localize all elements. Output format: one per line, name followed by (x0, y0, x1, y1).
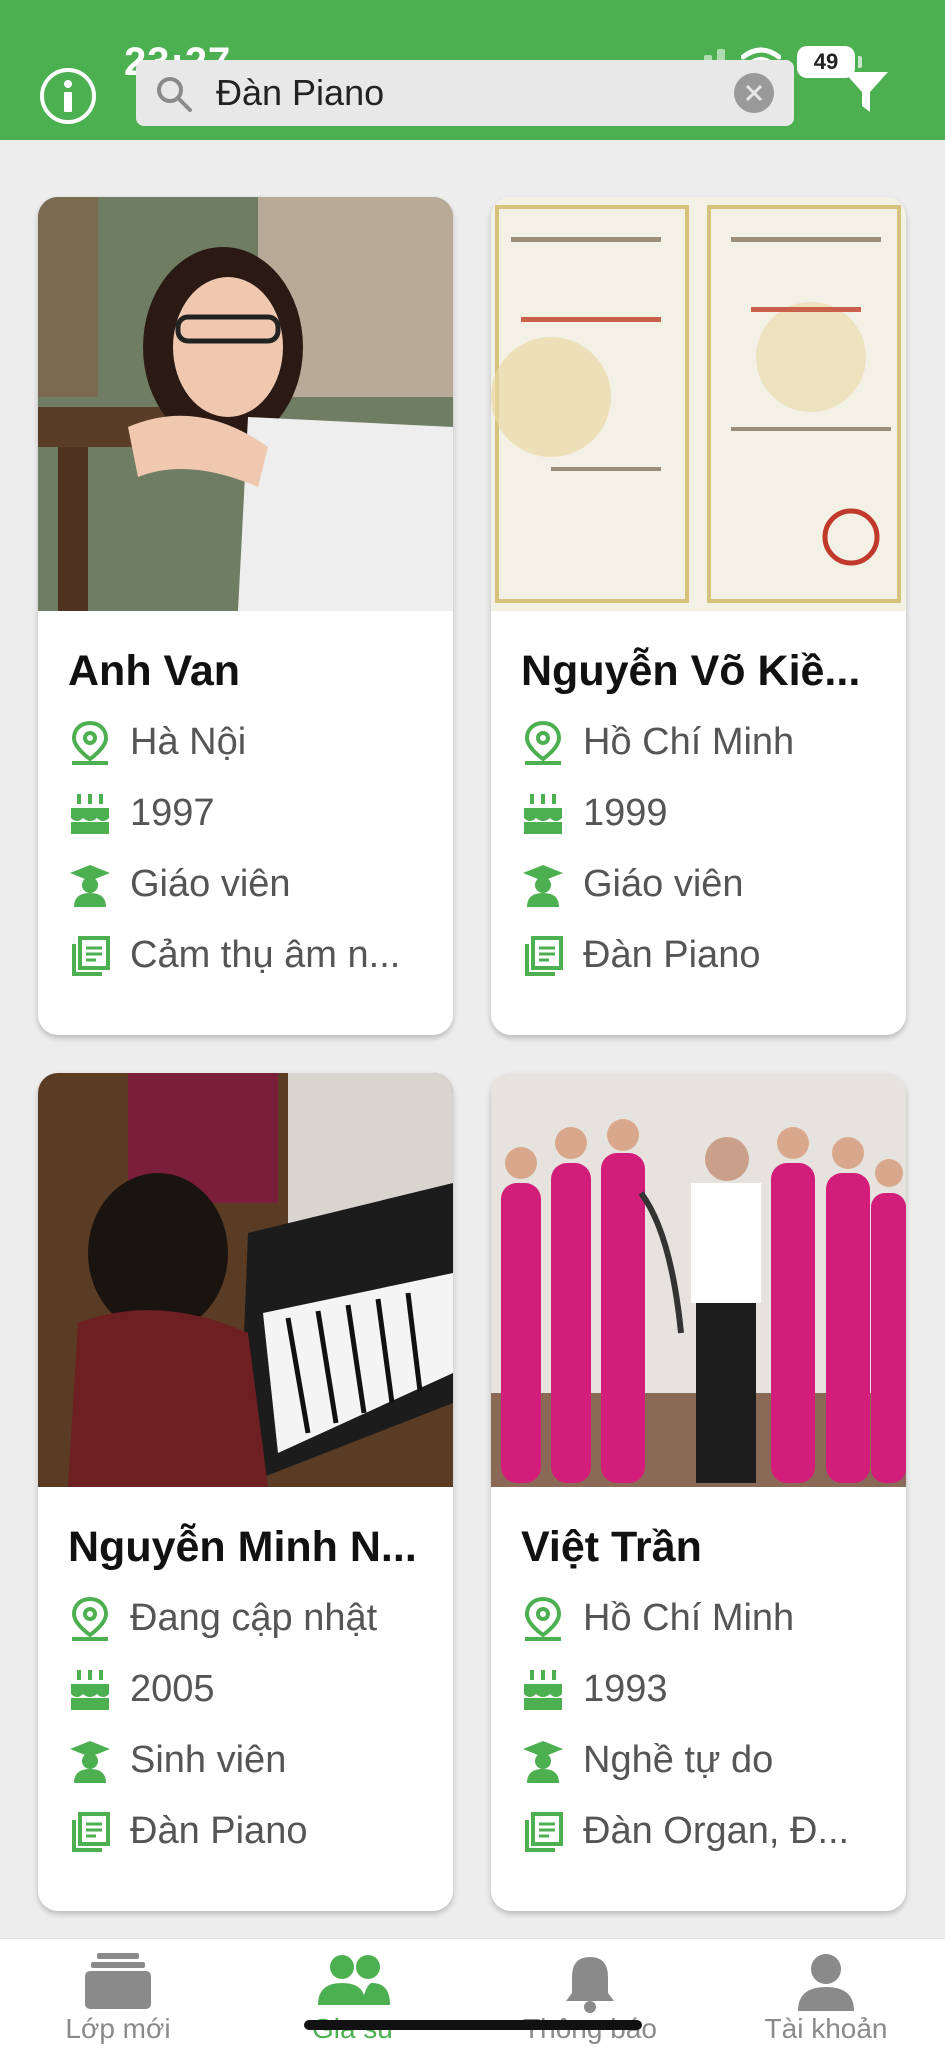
bottom-navigation: Lớp mới Gia sư Thông báo Tài khoản (0, 1938, 945, 2048)
graduate-icon (521, 1739, 565, 1783)
cake-icon (68, 1668, 112, 1712)
tutor-card[interactable]: Nguyễn Võ Kiề... Hồ Chí Minh 1999 Giáo v… (491, 197, 906, 1035)
location-pin-icon (68, 720, 112, 765)
book-icon (68, 1810, 112, 1854)
clear-search-button[interactable] (734, 73, 774, 113)
filter-button[interactable] (840, 66, 892, 123)
info-icon (64, 80, 72, 112)
stack-icon (85, 1953, 151, 2009)
app-header: 23:27 49 (0, 0, 945, 140)
tutor-card[interactable]: Nguyễn Minh N... Đang cập nhật 2005 Sinh… (38, 1073, 453, 1911)
location-pin-icon (521, 720, 565, 765)
tutor-occupation: Sinh viên (130, 1739, 287, 1781)
location-pin-icon (68, 1596, 112, 1641)
tutor-birth-year: 2005 (130, 1668, 215, 1710)
tutor-photo (491, 197, 906, 611)
tutor-name: Anh Van (68, 647, 241, 695)
book-icon (521, 934, 565, 978)
tutor-subjects: Đàn Piano (583, 934, 761, 976)
location-pin-icon (521, 1596, 565, 1641)
graduate-icon (68, 1739, 112, 1783)
tutor-location: Hồ Chí Minh (583, 1597, 795, 1639)
cake-icon (68, 792, 112, 836)
tutor-photo (491, 1073, 906, 1487)
nav-new-classes[interactable]: Lớp mới (0, 1939, 236, 2048)
tutor-birth-year: 1993 (583, 1668, 668, 1710)
search-box[interactable] (136, 60, 794, 126)
tutor-card[interactable]: Anh Van Hà Nội 1997 Giáo viên Cảm thụ âm… (38, 197, 453, 1035)
tutor-location: Hà Nội (130, 721, 247, 763)
tutor-occupation: Nghề tự do (583, 1739, 774, 1781)
tutor-photo (38, 1073, 453, 1487)
info-button[interactable] (40, 68, 96, 124)
nav-notifications[interactable]: Thông báo (472, 1939, 708, 2048)
tutor-photo (38, 197, 453, 611)
book-icon (521, 1810, 565, 1854)
tutor-occupation: Giáo viên (130, 863, 291, 905)
filter-icon (844, 72, 888, 112)
cake-icon (521, 792, 565, 836)
home-indicator (304, 2020, 642, 2030)
nav-tutors[interactable]: Gia sư (236, 1939, 472, 2048)
tutor-card[interactable]: Việt Trần Hồ Chí Minh 1993 Nghề tự do Đà… (491, 1073, 906, 1911)
tutor-name: Nguyễn Võ Kiề... (521, 647, 861, 695)
book-icon (68, 934, 112, 978)
nav-label: Tài khoản (764, 2013, 888, 2044)
cake-icon (521, 1668, 565, 1712)
tutor-birth-year: 1999 (583, 792, 668, 834)
search-input[interactable] (216, 68, 696, 118)
graduate-icon (521, 863, 565, 907)
tutor-name: Nguyễn Minh N... (68, 1523, 417, 1571)
tutor-subjects: Cảm thụ âm n... (130, 934, 401, 976)
tutor-occupation: Giáo viên (583, 863, 744, 905)
nav-account[interactable]: Tài khoản (708, 1939, 944, 2048)
graduate-icon (68, 863, 112, 907)
close-icon (745, 84, 763, 102)
tutor-birth-year: 1997 (130, 792, 215, 834)
search-icon (157, 77, 192, 112)
tutor-subjects: Đàn Organ, Đ... (583, 1810, 850, 1852)
people-icon (318, 1955, 390, 2005)
person-icon (798, 1954, 854, 2011)
tutor-location: Đang cập nhật (130, 1597, 378, 1639)
tutor-name: Việt Trần (521, 1523, 702, 1571)
tutor-subjects: Đàn Piano (130, 1810, 308, 1852)
nav-label: Lớp mới (65, 2013, 171, 2044)
tutor-location: Hồ Chí Minh (583, 721, 795, 763)
bell-icon (566, 1957, 614, 2013)
